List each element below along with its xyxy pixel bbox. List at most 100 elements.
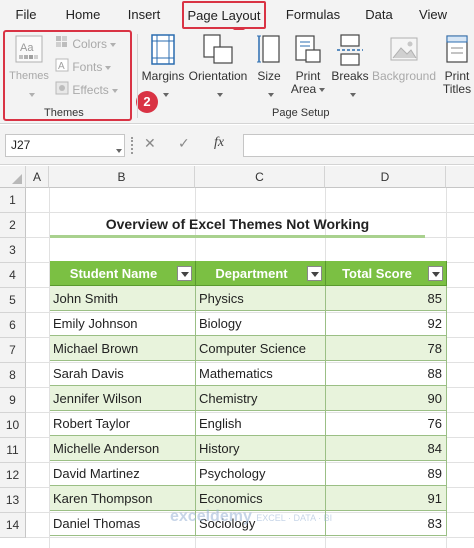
print-area-button[interactable]: Print Area: [288, 70, 328, 96]
header-department-label: Department: [215, 266, 288, 281]
department-cell[interactable]: Mathematics: [196, 361, 326, 386]
colors-dropdown-icon: [110, 42, 117, 47]
tab-view[interactable]: View: [416, 0, 450, 30]
row-header-6[interactable]: 6: [0, 313, 26, 338]
formula-input[interactable]: [243, 134, 474, 157]
total-score-cell[interactable]: 78: [326, 336, 447, 361]
department-cell[interactable]: Psychology: [196, 461, 326, 486]
row-header-10[interactable]: 10: [0, 413, 26, 438]
size-button[interactable]: Size: [254, 70, 284, 83]
fonts-button[interactable]: A Fonts: [55, 58, 112, 76]
fonts-dropdown-icon: [105, 65, 112, 70]
total-score-cell[interactable]: 83: [326, 511, 447, 536]
row-header-8[interactable]: 8: [0, 363, 26, 388]
total-score-cell[interactable]: 88: [326, 361, 447, 386]
formula-bar-grip[interactable]: [131, 137, 134, 154]
department-cell[interactable]: English: [196, 411, 326, 436]
gridline-row: [26, 537, 474, 538]
cancel-icon[interactable]: ✕: [144, 135, 156, 152]
themes-dropdown-icon: [26, 86, 35, 104]
student-name-cell[interactable]: Emily Johnson: [50, 311, 196, 336]
student-name-cell[interactable]: David Martinez: [50, 461, 196, 486]
header-student-name-label: Student Name: [69, 266, 158, 281]
tab-formulas[interactable]: Formulas: [284, 0, 342, 30]
total-score-cell[interactable]: 91: [326, 486, 447, 511]
total-score-cell[interactable]: 90: [326, 386, 447, 411]
row-header-5[interactable]: 5: [0, 288, 26, 313]
print-area-label-line1: Print: [295, 69, 321, 83]
total-score-cell[interactable]: 92: [326, 311, 447, 336]
breaks-icon: [337, 34, 363, 66]
table-row: Michael Brown Computer Science 78: [50, 336, 447, 361]
department-cell[interactable]: History: [196, 436, 326, 461]
filter-dropdown-icon[interactable]: [177, 266, 192, 281]
row-header-11[interactable]: 11: [0, 438, 26, 463]
orientation-button[interactable]: Orientation: [187, 70, 249, 83]
column-header-c[interactable]: C: [195, 166, 325, 188]
department-cell[interactable]: Computer Science: [196, 336, 326, 361]
tab-data[interactable]: Data: [364, 0, 394, 30]
row-header-7[interactable]: 7: [0, 338, 26, 363]
student-name-cell[interactable]: Michael Brown: [50, 336, 196, 361]
department-cell[interactable]: Physics: [196, 286, 326, 311]
tab-file[interactable]: File: [14, 0, 38, 30]
column-header-e[interactable]: [446, 166, 474, 188]
student-name-cell[interactable]: John Smith: [50, 286, 196, 311]
student-name-cell[interactable]: Michelle Anderson: [50, 436, 196, 461]
total-score-cell[interactable]: 89: [326, 461, 447, 486]
table-row: Robert Taylor English 76: [50, 411, 447, 436]
orientation-icon: [203, 34, 233, 64]
student-name-cell[interactable]: Robert Taylor: [50, 411, 196, 436]
ribbon: Aa Themes Colors A Fonts Effects Themes …: [0, 30, 474, 124]
name-box-dropdown-icon[interactable]: [113, 142, 122, 160]
row-header-12[interactable]: 12: [0, 463, 26, 488]
tab-home[interactable]: Home: [62, 0, 104, 30]
sheet-title[interactable]: Overview of Excel Themes Not Working: [50, 212, 425, 236]
background-button[interactable]: Background: [371, 70, 437, 83]
row-header-4[interactable]: 4: [0, 263, 26, 288]
row-header-3[interactable]: 3: [0, 238, 26, 263]
row-header-14[interactable]: 14: [0, 513, 26, 538]
tab-insert[interactable]: Insert: [125, 0, 163, 30]
svg-text:A: A: [58, 61, 65, 72]
orientation-dropdown-icon: [214, 86, 223, 104]
header-department[interactable]: Department: [196, 261, 326, 286]
total-score-cell[interactable]: 85: [326, 286, 447, 311]
name-box[interactable]: J27: [5, 134, 125, 157]
total-score-cell[interactable]: 76: [326, 411, 447, 436]
enter-icon[interactable]: ✓: [178, 135, 190, 152]
student-name-cell[interactable]: Jennifer Wilson: [50, 386, 196, 411]
filter-dropdown-icon[interactable]: [307, 266, 322, 281]
margins-icon: [151, 34, 175, 65]
department-cell[interactable]: Biology: [196, 311, 326, 336]
select-all-corner[interactable]: [0, 166, 26, 188]
column-header-d[interactable]: D: [325, 166, 446, 188]
column-header-b[interactable]: B: [49, 166, 195, 188]
themes-button[interactable]: Themes: [6, 70, 52, 83]
total-score-cell[interactable]: 84: [326, 436, 447, 461]
size-dropdown-icon: [265, 86, 274, 104]
effects-label: Effects: [72, 83, 109, 97]
colors-button[interactable]: Colors: [55, 35, 117, 53]
row-header-1[interactable]: 1: [0, 188, 26, 213]
column-header-a[interactable]: A: [26, 166, 49, 188]
effects-dropdown-icon: [111, 88, 118, 93]
background-icon: [390, 37, 418, 61]
tab-page-layout[interactable]: Page Layout: [182, 1, 266, 29]
breaks-button[interactable]: Breaks: [331, 70, 369, 83]
fonts-label: Fonts: [72, 60, 103, 74]
student-name-cell[interactable]: Sarah Davis: [50, 361, 196, 386]
department-cell[interactable]: Chemistry: [196, 386, 326, 411]
table-header-row: Student Name Department Total Score: [50, 261, 447, 286]
header-total-score[interactable]: Total Score: [326, 261, 447, 286]
row-header-2[interactable]: 2: [0, 213, 26, 238]
filter-dropdown-icon[interactable]: [428, 266, 443, 281]
breaks-dropdown-icon: [347, 86, 356, 104]
insert-function-icon[interactable]: fx: [214, 135, 224, 151]
margins-button[interactable]: Margins: [140, 70, 186, 83]
row-header-13[interactable]: 13: [0, 488, 26, 513]
header-student-name[interactable]: Student Name: [50, 261, 196, 286]
row-header-9[interactable]: 9: [0, 388, 26, 413]
print-titles-button[interactable]: Print Titles: [440, 70, 474, 96]
effects-button[interactable]: Effects: [55, 81, 118, 99]
